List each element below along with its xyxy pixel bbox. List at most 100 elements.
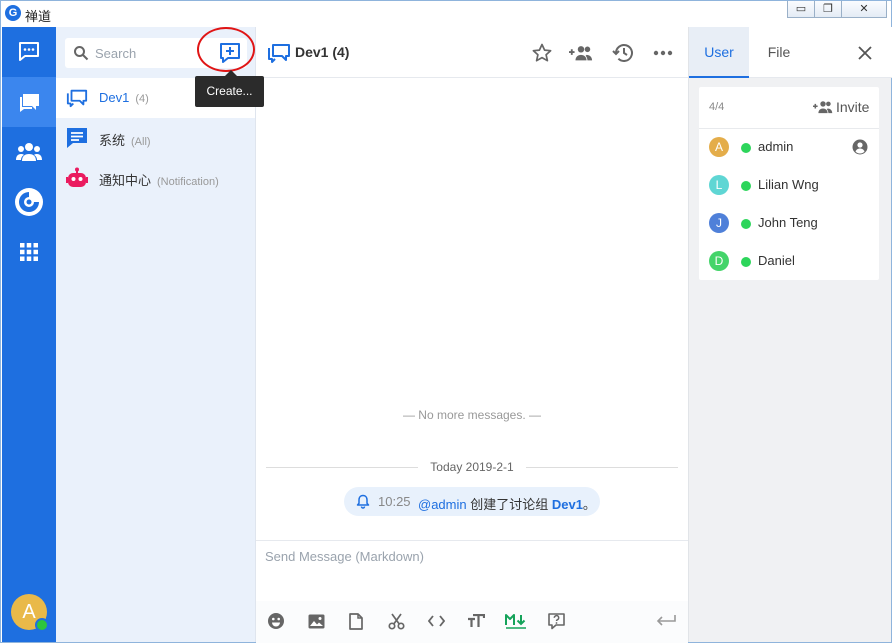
file-button[interactable] [344,609,368,633]
chat-name: 系统 [99,133,126,148]
chat-count: (4) [135,93,149,105]
user-avatar-letter: A [22,601,36,623]
member-name: admin [758,139,794,154]
app-logo-icon: G [5,5,21,21]
rail-item-chats[interactable] [2,77,56,127]
message-input[interactable] [265,549,675,599]
discussion-icon [66,87,88,109]
date-divider: Today 2019-2-1 [266,459,678,475]
online-status-dot [741,143,751,153]
search-icon [74,46,89,61]
restore-icon: ❐ [823,3,833,15]
file-icon [349,612,363,630]
markdown-toggle-button[interactable] [504,609,528,633]
member-avatar: A [709,137,729,157]
invite-label: Invite [836,99,870,115]
more-button[interactable] [651,41,675,65]
markdown-icon [505,613,526,629]
close-icon [858,46,872,60]
image-button[interactable] [304,609,328,633]
chat-item-notification[interactable]: 通知中心 (Notification) [56,158,255,198]
robot-icon [66,167,88,189]
member-name: John Teng [758,215,818,230]
star-icon [532,43,552,62]
minimize-icon: ▭ [795,3,807,15]
message-composer [256,540,688,643]
chat-item-label: 通知中心 (Notification) [99,170,219,189]
mention-link[interactable]: @admin [418,497,467,512]
enter-icon [656,615,676,626]
emoji-button[interactable] [264,609,288,633]
nav-rail: A [2,27,56,642]
online-status-dot [741,181,751,191]
date-label: Today 2019-2-1 [420,460,524,474]
rail-item-zentao[interactable] [2,177,56,227]
member-name: Daniel [758,253,795,268]
member-avatar: J [709,213,729,233]
date-label-wrap: Today 2019-2-1 [266,459,678,475]
chat-name: 通知中心 [99,173,152,188]
member-avatar: D [709,251,729,271]
member-avatar: L [709,175,729,195]
chat-item-label: Dev1 (4) [99,90,149,105]
create-chat-icon [220,43,240,63]
system-channel-icon [66,127,88,149]
member-item[interactable]: A admin [699,128,879,166]
contacts-icon [16,143,42,161]
close-window-button[interactable]: ✕ [841,1,887,18]
chat-header: Dev1 (4) [256,27,688,78]
tab-file[interactable]: File [749,27,809,78]
text-size-icon [468,614,485,627]
code-icon [427,615,445,627]
code-button[interactable] [424,609,448,633]
group-link[interactable]: Dev1 [552,497,583,512]
font-size-button[interactable] [464,609,488,633]
rail-item-contacts[interactable] [2,127,56,177]
bell-icon [356,494,370,509]
invite-button[interactable]: Invite [813,97,869,117]
add-member-button[interactable] [569,41,593,65]
window-controls: ▭ ❐ ✕ [787,1,887,18]
chat-item-system[interactable]: 系统 (All) [56,118,255,158]
title-bar: G 禅道 ▭ ❐ ✕ [1,1,891,27]
no-more-messages: — No more messages. — [402,408,542,422]
star-button[interactable] [530,41,554,65]
help-button[interactable] [544,609,568,633]
members-panel: User File 4/4 Invite A admin L Lilian Wn… [688,27,892,642]
screenshot-button[interactable] [384,609,408,633]
member-item[interactable]: D Daniel [699,242,879,280]
add-people-icon [569,46,593,61]
rail-item-apps[interactable] [2,227,56,277]
rail-item-chat[interactable] [2,27,56,77]
chat-count: (Notification) [157,176,219,188]
message-text: 创建了讨论组 [466,497,552,512]
history-icon [612,44,633,62]
create-chat-button[interactable] [216,39,244,67]
create-tooltip: Create... [195,70,264,107]
message-suffix: 。 [582,497,596,512]
image-icon [308,614,324,628]
search-input[interactable] [95,43,205,63]
help-icon [547,612,565,629]
user-avatar[interactable]: A [11,594,49,632]
restore-button[interactable]: ❐ [814,1,842,18]
tab-user[interactable]: User [689,27,749,78]
system-message: 10:25 @admin 创建了讨论组 Dev1。 [344,487,600,516]
add-people-icon [813,101,833,114]
close-icon: ✕ [859,3,869,15]
minimize-button[interactable]: ▭ [787,1,815,18]
member-list-card: 4/4 Invite A admin L Lilian Wng J John T… [699,87,879,280]
close-panel-button[interactable] [853,41,877,65]
send-button[interactable] [654,609,678,633]
member-item[interactable]: J John Teng [699,204,879,242]
window-title: 禅道 [25,9,52,24]
member-item[interactable]: L Lilian Wng [699,166,879,204]
chat-list-panel: Create... Dev1 (4) 系统 (All) 通知中心 (Notificat… [56,27,264,642]
history-button[interactable] [611,41,635,65]
chat-count: (All) [131,136,151,148]
chat-name: Dev1 [99,90,130,105]
chat-title: Dev1 (4) [295,44,350,60]
discussion-icon [268,44,290,63]
online-status-dot [35,618,49,632]
message-time: 10:25 [378,494,411,509]
